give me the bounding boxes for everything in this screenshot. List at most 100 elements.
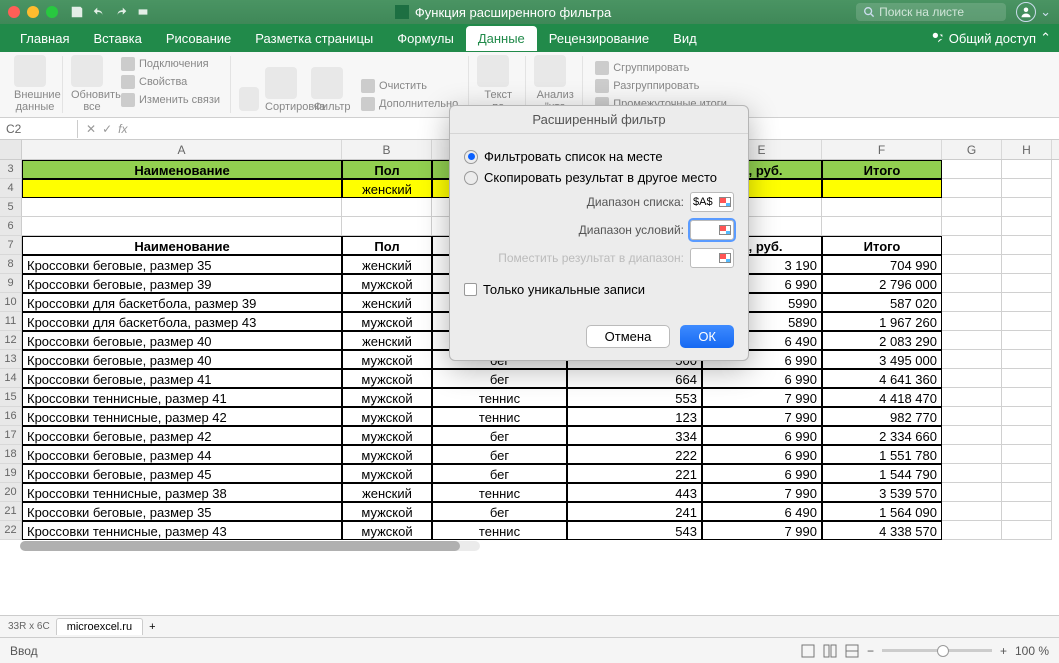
cell[interactable] <box>942 407 1002 426</box>
cell[interactable]: мужской <box>342 502 432 521</box>
cell[interactable]: Пол <box>342 160 432 179</box>
cell[interactable]: Кроссовки теннисные, размер 38 <box>22 483 342 502</box>
cell[interactable] <box>1002 331 1052 350</box>
radio-copy-to[interactable]: Скопировать результат в другое место <box>464 167 734 188</box>
cell[interactable]: 241 <box>567 502 702 521</box>
cancel-icon[interactable]: ✕ <box>86 122 96 136</box>
filter-button[interactable]: Фильтр <box>311 67 353 113</box>
cell[interactable] <box>1002 521 1052 540</box>
cell[interactable]: Итого <box>822 236 942 255</box>
cell[interactable]: Кроссовки теннисные, размер 41 <box>22 388 342 407</box>
cell[interactable] <box>942 388 1002 407</box>
cell[interactable] <box>1002 464 1052 483</box>
sheet-tab[interactable]: microexcel.ru <box>56 618 143 635</box>
row-header[interactable]: 12 <box>0 331 22 350</box>
col-h[interactable]: H <box>1002 140 1052 159</box>
row-header[interactable]: 22 <box>0 521 22 540</box>
cell[interactable]: Пол <box>342 236 432 255</box>
cell[interactable]: Итого <box>822 160 942 179</box>
cell[interactable]: 1 564 090 <box>822 502 942 521</box>
cell[interactable]: Наименование <box>22 236 342 255</box>
row-header[interactable]: 15 <box>0 388 22 407</box>
cell[interactable]: 7 990 <box>702 388 822 407</box>
range-picker-icon[interactable] <box>719 197 731 207</box>
col-a[interactable]: A <box>22 140 342 159</box>
cell[interactable] <box>942 445 1002 464</box>
zoom-out-button[interactable]: − <box>867 644 874 658</box>
cell[interactable]: бег <box>432 369 567 388</box>
cell[interactable] <box>1002 426 1052 445</box>
cell[interactable]: 7 990 <box>702 483 822 502</box>
cell[interactable]: 704 990 <box>822 255 942 274</box>
cell[interactable]: Кроссовки беговые, размер 39 <box>22 274 342 293</box>
cell[interactable] <box>942 312 1002 331</box>
cell[interactable]: женский <box>342 331 432 350</box>
cell[interactable] <box>1002 179 1052 198</box>
advanced-filter-button[interactable]: Дополнительно <box>357 95 462 113</box>
cell[interactable] <box>942 331 1002 350</box>
row-header[interactable]: 9 <box>0 274 22 293</box>
cell[interactable]: мужской <box>342 388 432 407</box>
row-header[interactable]: 16 <box>0 407 22 426</box>
view-pagebreak-icon[interactable] <box>845 644 859 658</box>
col-f[interactable]: F <box>822 140 942 159</box>
cell[interactable]: 6 990 <box>702 369 822 388</box>
cell[interactable] <box>942 274 1002 293</box>
cell[interactable] <box>22 179 342 198</box>
cell[interactable]: Кроссовки беговые, размер 42 <box>22 426 342 445</box>
redo-icon[interactable] <box>114 5 128 19</box>
tab-data[interactable]: Данные <box>466 26 537 51</box>
cell[interactable]: 6 990 <box>702 426 822 445</box>
cell[interactable]: Кроссовки беговые, размер 45 <box>22 464 342 483</box>
save-icon[interactable] <box>70 5 84 19</box>
sort-asc-button[interactable] <box>239 87 261 113</box>
cell[interactable]: 4 338 570 <box>822 521 942 540</box>
cell[interactable]: 2 796 000 <box>822 274 942 293</box>
cell[interactable]: женский <box>342 483 432 502</box>
tab-review[interactable]: Рецензирование <box>537 26 661 51</box>
undo-icon[interactable] <box>92 5 106 19</box>
cell[interactable] <box>1002 369 1052 388</box>
clear-filter-button[interactable]: Очистить <box>357 77 462 95</box>
radio-filter-in-place[interactable]: Фильтровать список на месте <box>464 146 734 167</box>
cell[interactable]: Кроссовки теннисные, размер 43 <box>22 521 342 540</box>
fx-icon[interactable]: fx <box>118 122 127 136</box>
cell[interactable]: женский <box>342 255 432 274</box>
edit-links-button[interactable]: Изменить связи <box>117 91 224 109</box>
search-input[interactable]: Поиск на листе <box>856 3 1006 21</box>
tab-view[interactable]: Вид <box>661 26 709 51</box>
cell[interactable]: 7 990 <box>702 407 822 426</box>
cell[interactable]: 4 641 360 <box>822 369 942 388</box>
cell[interactable]: Кроссовки беговые, размер 35 <box>22 502 342 521</box>
cell[interactable] <box>942 160 1002 179</box>
cell[interactable] <box>1002 350 1052 369</box>
cancel-button[interactable]: Отмена <box>586 325 671 348</box>
cell[interactable]: 4 418 470 <box>822 388 942 407</box>
horizontal-scrollbar[interactable] <box>20 541 480 551</box>
cell[interactable] <box>1002 388 1052 407</box>
add-sheet-button[interactable]: + <box>149 621 155 633</box>
cell[interactable]: женский <box>342 293 432 312</box>
zoom-slider[interactable] <box>882 649 992 652</box>
cell[interactable]: мужской <box>342 407 432 426</box>
cell[interactable]: 443 <box>567 483 702 502</box>
cell[interactable] <box>1002 274 1052 293</box>
cell[interactable]: бег <box>432 502 567 521</box>
cell[interactable] <box>942 293 1002 312</box>
cell[interactable]: женский <box>342 179 432 198</box>
cell[interactable] <box>942 426 1002 445</box>
cell[interactable]: мужской <box>342 464 432 483</box>
cell[interactable]: мужской <box>342 369 432 388</box>
external-data-button[interactable]: Внешние данные <box>14 55 56 113</box>
print-icon[interactable] <box>136 5 150 19</box>
row-header[interactable]: 18 <box>0 445 22 464</box>
cell[interactable]: Кроссовки беговые, размер 41 <box>22 369 342 388</box>
row-header[interactable]: 8 <box>0 255 22 274</box>
cell[interactable] <box>942 255 1002 274</box>
cell[interactable]: 221 <box>567 464 702 483</box>
cell[interactable] <box>942 350 1002 369</box>
cell[interactable]: 3 539 570 <box>822 483 942 502</box>
cell[interactable]: мужской <box>342 445 432 464</box>
criteria-range-input[interactable] <box>690 220 734 240</box>
close-icon[interactable] <box>8 6 20 18</box>
